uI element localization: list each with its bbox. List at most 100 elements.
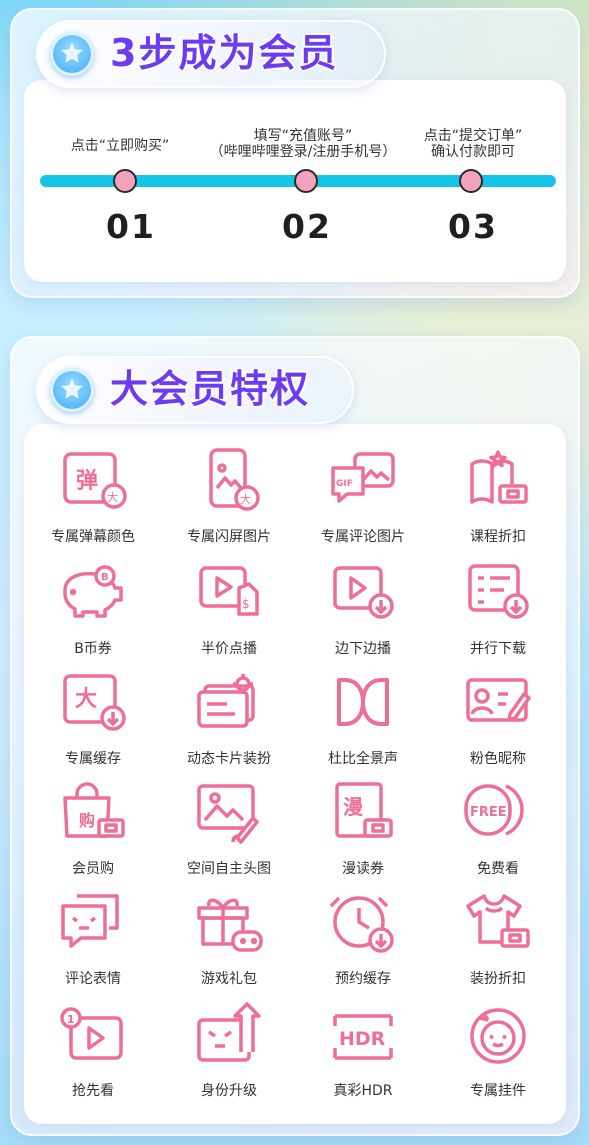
step-1-text: 点击“立即购买” <box>45 138 195 154</box>
svg-text:漫: 漫 <box>343 795 364 819</box>
scheduled-cache-icon <box>329 896 394 953</box>
free-watch-icon: FREE <box>464 784 524 836</box>
privilege-label: 课程折扣 <box>470 529 526 545</box>
star-icon <box>50 368 94 412</box>
privilege-label: 杜比全景声 <box>328 751 398 767</box>
svg-text:1: 1 <box>67 1013 75 1026</box>
privilege-item[interactable]: FREE 免费看 <box>432 780 564 890</box>
privilege-label: 评论表情 <box>65 971 121 987</box>
svg-text:大: 大 <box>107 490 118 504</box>
download-play-icon <box>333 566 394 619</box>
step-3-line1: 点击“提交订单” <box>423 128 523 144</box>
privilege-label: 游戏礼包 <box>201 971 257 987</box>
privilege-item[interactable]: 身份升级 <box>163 1002 295 1112</box>
comment-image-icon: GIF <box>331 452 395 503</box>
step-1-number: 01 <box>106 207 156 246</box>
half-price-video-icon: $ <box>199 566 259 616</box>
pink-nickname-icon <box>466 678 531 722</box>
step-2-text: 填写“充值账号” （哔哩哔哩登录/注册手机号） <box>188 128 418 160</box>
svg-text:大: 大 <box>75 687 97 712</box>
danmaku-color-icon: 弹 大 <box>63 452 127 509</box>
exclusive-cache-icon: 大 <box>63 674 126 731</box>
privilege-label: 边下边播 <box>335 641 391 657</box>
privilege-label: 并行下载 <box>470 641 526 657</box>
privilege-label: 动态卡片装扮 <box>187 751 271 767</box>
space-header-icon <box>197 784 259 844</box>
svg-text:B: B <box>101 572 109 583</box>
star-icon <box>50 32 94 76</box>
privilege-item[interactable]: 游戏礼包 <box>163 890 295 1000</box>
outfit-discount-icon <box>466 894 530 948</box>
steps-title-pill: 3步成为会员 <box>36 20 386 88</box>
privilege-item[interactable]: $ 半价点播 <box>163 560 295 670</box>
svg-text:购: 购 <box>79 811 95 830</box>
step-2-line1: 填写“充值账号” <box>253 128 353 144</box>
privilege-label: 抢先看 <box>72 1083 114 1099</box>
privilege-item[interactable]: 大 专属闪屏图片 <box>163 448 295 558</box>
privilege-item[interactable]: 漫 漫读券 <box>297 780 429 890</box>
privilege-label: 预约缓存 <box>335 971 391 987</box>
privilege-label: 半价点播 <box>201 641 257 657</box>
step-3-text: 点击“提交订单” 确认付款即可 <box>398 128 548 160</box>
privilege-label: 身份升级 <box>201 1083 257 1099</box>
privilege-label: B币券 <box>74 641 112 657</box>
identity-upgrade-icon <box>197 1002 261 1062</box>
privilege-item[interactable]: 1 抢先看 <box>27 1002 159 1112</box>
piggy-bank-icon: B <box>63 565 123 618</box>
manga-coupon-icon: 漫 <box>335 782 393 838</box>
privilege-label: 装扮折扣 <box>470 971 526 987</box>
privilege-item[interactable]: 购 会员购 <box>27 780 159 890</box>
privileges-title-pill: 大会员特权 <box>36 356 354 424</box>
privilege-item[interactable]: 预约缓存 <box>297 890 429 1000</box>
step-2-line2: （哔哩哔哩登录/注册手机号） <box>209 144 397 160</box>
step-3-dot <box>459 169 483 193</box>
svg-text:GIF: GIF <box>336 479 353 489</box>
steps-title: 3步成为会员 <box>110 31 339 75</box>
splash-image-icon: 大 <box>209 448 260 511</box>
dolby-icon <box>337 678 389 726</box>
comment-emoji-icon <box>61 894 119 948</box>
privilege-item[interactable]: 评论表情 <box>27 890 159 1000</box>
privilege-item[interactable]: 并行下载 <box>432 560 564 670</box>
privilege-label: 专属弹幕颜色 <box>51 529 135 545</box>
privileges-title: 大会员特权 <box>110 367 311 411</box>
game-gift-icon <box>197 898 263 952</box>
privilege-label: 专属缓存 <box>65 751 121 767</box>
privilege-item[interactable]: 边下边播 <box>297 560 429 670</box>
privilege-item[interactable]: 动态卡片装扮 <box>163 670 295 780</box>
course-discount-icon <box>470 450 528 504</box>
svg-text:FREE: FREE <box>470 805 507 820</box>
svg-text:大: 大 <box>240 492 251 506</box>
dynamic-card-icon <box>197 674 255 728</box>
privilege-label: 漫读券 <box>342 861 384 877</box>
privilege-item[interactable]: HDR 真彩HDR <box>297 1002 429 1112</box>
parallel-download-icon <box>468 564 529 619</box>
avatar-pendant-icon <box>470 1008 526 1064</box>
privilege-item[interactable]: GIF 专属评论图片 <box>297 448 429 558</box>
svg-text:弹: 弹 <box>76 469 98 494</box>
step-3-number: 03 <box>448 207 498 246</box>
privilege-item[interactable]: 粉色昵称 <box>432 670 564 780</box>
privilege-item[interactable]: B B币券 <box>27 560 159 670</box>
step-3-line2: 确认付款即可 <box>431 144 515 160</box>
step-2-dot <box>294 169 318 193</box>
privilege-label: 真彩HDR <box>333 1083 393 1099</box>
privilege-label: 会员购 <box>72 861 114 877</box>
step-1-dot <box>113 169 137 193</box>
privilege-item[interactable]: 杜比全景声 <box>297 670 429 780</box>
privilege-item[interactable]: 大 专属缓存 <box>27 670 159 780</box>
privilege-item[interactable]: 空间自主头图 <box>163 780 295 890</box>
privilege-label: 专属闪屏图片 <box>187 529 271 545</box>
early-access-icon: 1 <box>60 1007 123 1060</box>
privilege-label: 专属评论图片 <box>321 529 405 545</box>
step-1-line1: 点击“立即购买” <box>70 138 170 154</box>
hdr-icon: HDR <box>333 1014 393 1060</box>
privilege-label: 专属挂件 <box>470 1083 526 1099</box>
shopping-bag-icon: 购 <box>63 782 125 838</box>
privilege-item[interactable]: 弹 大 专属弹幕颜色 <box>27 448 159 558</box>
privilege-label: 粉色昵称 <box>470 751 526 767</box>
step-2-number: 02 <box>282 207 332 246</box>
privilege-item[interactable]: 课程折扣 <box>432 448 564 558</box>
privilege-item[interactable]: 装扮折扣 <box>432 890 564 1000</box>
privilege-item[interactable]: 专属挂件 <box>432 1002 564 1112</box>
